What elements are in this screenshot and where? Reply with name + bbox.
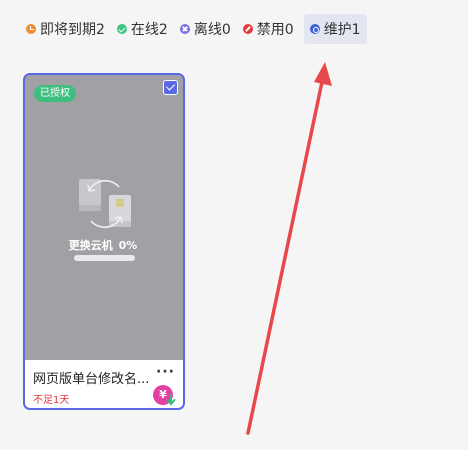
authorized-badge: 已授权 [34, 85, 76, 102]
maintenance-icon [309, 24, 320, 34]
ban-icon [242, 24, 253, 34]
filter-maintenance[interactable]: 维护1 [303, 14, 367, 44]
switch-device-icon [79, 179, 131, 229]
switch-status-text: 更换云机 [68, 239, 113, 252]
clock-icon [26, 24, 36, 34]
filter-expiring[interactable]: 即将到期2 [22, 14, 109, 44]
switch-progress-bar [74, 255, 135, 261]
device-card-footer: 网页版单台修改名... ··· 不足1天 ¥ [25, 360, 183, 408]
device-screen-preview[interactable]: 已授权 更换云机 0% [25, 75, 183, 360]
filter-maintenance-label: 维护1 [323, 22, 361, 38]
expiry-note: 不足1天 [33, 395, 70, 406]
x-circle-icon [179, 24, 190, 34]
filter-offline-label: 离线0 [193, 22, 231, 38]
more-options-icon[interactable]: ··· [156, 364, 175, 380]
filter-disabled[interactable]: 禁用0 [239, 14, 298, 44]
select-checkbox[interactable] [163, 80, 178, 95]
status-filter-bar: 即将到期2 在线2 离线0 禁用0 维护1 [22, 14, 371, 44]
check-circle-icon [116, 24, 127, 34]
switch-status-label: 更换云机 0% [25, 237, 183, 253]
filter-offline[interactable]: 离线0 [176, 14, 235, 44]
filter-disabled-label: 禁用0 [256, 22, 294, 38]
cloud-device-card[interactable]: 已授权 更换云机 0% 网页版单台修改名... ··· 不足1天 ¥ [23, 73, 185, 410]
filter-online[interactable]: 在线2 [113, 14, 172, 44]
filter-online-label: 在线2 [130, 22, 168, 38]
device-name[interactable]: 网页版单台修改名... [33, 368, 161, 387]
download-arrow-icon [166, 394, 176, 406]
switch-progress-text: 0% [118, 239, 138, 252]
filter-expiring-label: 即将到期2 [40, 22, 105, 38]
